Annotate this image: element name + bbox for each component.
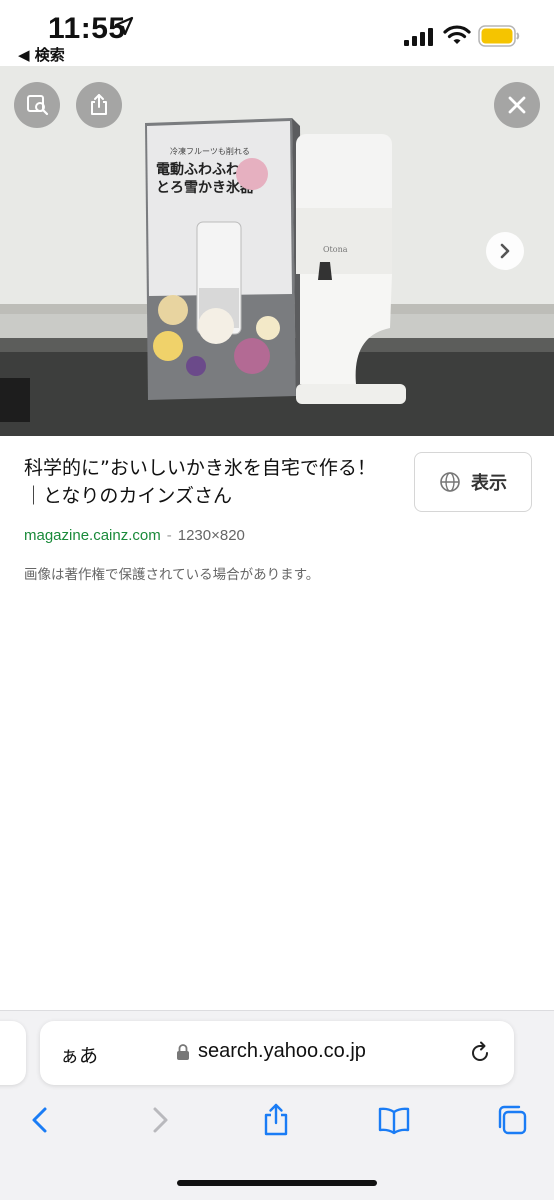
home-indicator[interactable] bbox=[177, 1180, 377, 1186]
source-line: magazine.cainz.com -1230×820 bbox=[24, 527, 245, 544]
lens-icon bbox=[27, 95, 49, 116]
next-image-button[interactable] bbox=[486, 232, 524, 270]
globe-icon bbox=[440, 472, 460, 492]
page-settings-button[interactable]: ぁあ bbox=[60, 1041, 98, 1068]
tabs-button[interactable] bbox=[494, 1102, 530, 1138]
back-to-search-link[interactable]: ◀ 検索 bbox=[18, 44, 65, 65]
close-viewer-button[interactable] bbox=[494, 82, 540, 128]
back-button[interactable] bbox=[22, 1102, 58, 1138]
reload-icon[interactable] bbox=[468, 1041, 492, 1065]
bookmarks-button[interactable] bbox=[376, 1102, 412, 1138]
chevron-right-icon bbox=[153, 1107, 168, 1133]
book-icon bbox=[378, 1107, 410, 1135]
view-page-button[interactable]: 表示 bbox=[414, 452, 532, 512]
svg-text:電動ふわふわ: 電動ふわふわ bbox=[156, 161, 240, 178]
chevron-right-icon bbox=[500, 243, 510, 259]
search-result-image[interactable]: 冷凍フルーツも削れる 電動ふわふわ とろ雪かき氷器 Otona bbox=[0, 66, 554, 436]
close-icon bbox=[508, 96, 526, 114]
source-domain-link[interactable]: magazine.cainz.com bbox=[24, 527, 161, 544]
image-share-button[interactable] bbox=[76, 82, 122, 128]
lock-icon bbox=[177, 1044, 189, 1060]
share-icon bbox=[91, 94, 107, 115]
battery-icon bbox=[478, 25, 520, 47]
previous-tab-preview[interactable] bbox=[0, 1021, 26, 1085]
share-button[interactable] bbox=[258, 1102, 294, 1138]
copyright-notice: 画像は著作権で保護されている場合があります。 bbox=[24, 567, 320, 583]
visual-search-button[interactable] bbox=[14, 82, 60, 128]
url-text[interactable]: search.yahoo.co.jp bbox=[198, 1040, 366, 1063]
image-dimensions: 1230×820 bbox=[177, 527, 245, 544]
source-separator: - bbox=[166, 527, 172, 544]
status-bar: 11:55 ◀ 検索 bbox=[0, 0, 554, 66]
tabs-icon bbox=[498, 1105, 527, 1135]
location-arrow-icon bbox=[114, 16, 134, 36]
svg-text:Otona: Otona bbox=[323, 245, 348, 254]
share-icon bbox=[264, 1103, 288, 1136]
forward-button[interactable] bbox=[142, 1102, 178, 1138]
wifi-icon bbox=[443, 25, 471, 44]
address-bar[interactable]: ぁあ search.yahoo.co.jp bbox=[40, 1021, 514, 1085]
cellular-signal-icon bbox=[404, 28, 433, 46]
result-title[interactable]: 科学的に”おいしいかき氷を自宅で作る！｜となりのカインズさん bbox=[24, 454, 394, 510]
chevron-left-icon bbox=[32, 1107, 47, 1133]
view-page-label: 表示 bbox=[471, 473, 507, 494]
svg-text:冷凍フルーツも削れる: 冷凍フルーツも削れる bbox=[170, 146, 250, 156]
